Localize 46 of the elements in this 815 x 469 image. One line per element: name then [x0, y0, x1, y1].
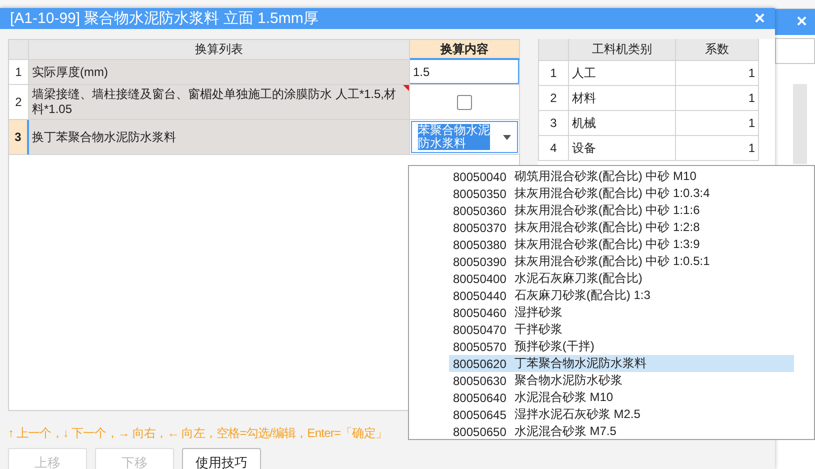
list-item[interactable]: 80050360 抹灰用混合砂浆(配合比) 中砂 1:1:6	[449, 202, 794, 219]
table-cell: 设备	[569, 136, 676, 161]
list-item[interactable]: 80050470 干拌砂浆	[449, 321, 794, 338]
input-field[interactable]	[775, 38, 815, 64]
table-cell: 材料	[569, 86, 676, 111]
table-cell: 1	[676, 61, 759, 86]
column-header: 系数	[676, 39, 759, 61]
list-item[interactable]: 80050390 抹灰用混合砂浆(配合比) 中砂 1:0.5:1	[449, 253, 794, 270]
table-cell: 1	[676, 136, 759, 161]
table-cell: 机械	[569, 111, 676, 136]
row-number: 2	[9, 85, 29, 120]
list-item[interactable]: 80050350 抹灰用混合砂浆(配合比) 中砂 1:0.3:4	[449, 185, 794, 202]
list-item[interactable]: 80050380 抹灰用混合砂浆(配合比) 中砂 1:3:9	[449, 236, 794, 253]
list-item[interactable]: 80050460 湿拌砂浆	[449, 304, 794, 321]
list-item[interactable]: 80050400 水泥石灰麻刀浆(配合比)	[449, 270, 794, 287]
table-cell: 换丁苯聚合物水泥防水浆料	[29, 120, 410, 155]
row-number: 1	[539, 61, 569, 86]
hint-text: ↑ 上一个，↓ 下一个，→ 向右，← 向左，空格=勾选/编辑，Enter=「确定」	[8, 425, 387, 441]
column-header: 换算内容	[410, 40, 520, 60]
checkbox[interactable]	[457, 94, 472, 110]
list-item[interactable]: 80050640 水泥混合砂浆 M10	[449, 389, 794, 406]
row-number: 1	[9, 60, 29, 85]
table-cell: 1	[676, 86, 759, 111]
row-number: 3	[539, 111, 569, 136]
table-cell: 1	[676, 111, 759, 136]
input-field[interactable]: 1.5	[410, 60, 519, 84]
column-header: 换算列表	[29, 40, 410, 60]
list-item[interactable]: 80050040 砌筑用混合砂浆(配合比) 中砂 M10	[449, 168, 794, 185]
list-item[interactable]: 80050440 石灰麻刀砂浆(配合比) 1:3	[449, 287, 794, 304]
column-header: 工料机类别	[569, 39, 676, 61]
action-button[interactable]: 使用技巧	[182, 448, 261, 469]
list-item[interactable]: 80050630 聚合物水泥防水砂浆	[449, 372, 794, 389]
list-item[interactable]: 80050650 水泥混合砂浆 M7.5	[449, 423, 794, 440]
table-cell: 墙梁接缝、墙柱接缝及窗台、窗楣处单独施工的涂膜防水 人工*1.5,材料*1.05	[29, 85, 410, 120]
row-number: 2	[539, 86, 569, 111]
list-item[interactable]: 80050620 丁苯聚合物水泥防水浆料	[449, 355, 794, 372]
caret-icon[interactable]	[503, 134, 511, 140]
window-title: [A1-10-99] 聚合物水泥防水浆料 立面 1.5mm厚	[10, 9, 320, 28]
scrollbar[interactable]	[793, 84, 807, 164]
list-item[interactable]: 80050570 预拌砂浆(干拌)	[449, 338, 794, 355]
row-number: 4	[539, 136, 569, 161]
table-cell: 人工	[569, 61, 676, 86]
row-number: 3	[9, 120, 29, 155]
list-item[interactable]: 80050370 抹灰用混合砂浆(配合比) 中砂 1:2:8	[449, 219, 794, 236]
list-item[interactable]: 80050645 湿拌水泥石灰砂浆 M2.5	[449, 406, 794, 423]
table-cell: 实际厚度(mm)	[29, 60, 410, 85]
